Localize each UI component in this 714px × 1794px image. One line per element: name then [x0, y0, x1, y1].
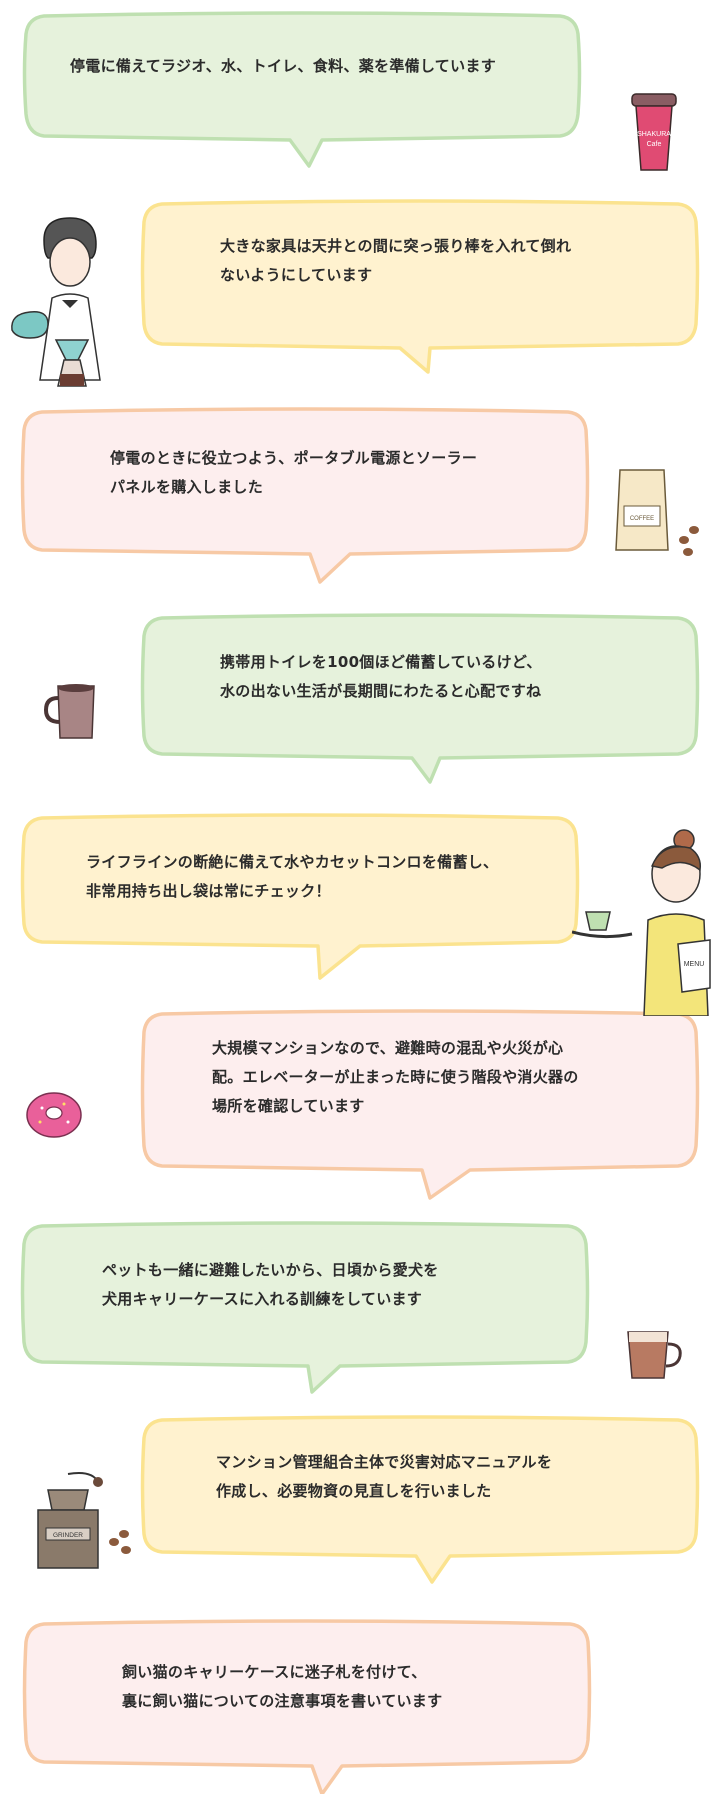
mug-illustration [44, 684, 95, 739]
message-bubble-7: ペットも一緒に避難したいから、日頃から愛犬を 犬用キャリーケースに入れる訓練をし… [20, 1220, 590, 1394]
message-text: 停電に備えてラジオ、水、トイレ、食料、薬を準備しています [70, 57, 497, 75]
message-bubble-2: 大きな家具は天井との間に突っ張り棒を入れて倒れ ないようにしています [140, 198, 700, 374]
coffee-bag-illustration: COFFEE [615, 469, 699, 556]
message-text: ペットも一緒に避難したいから、日頃から愛犬を 犬用キャリーケースに入れる訓練をし… [102, 1261, 439, 1308]
cup-label-1: SHAKURA [637, 131, 671, 138]
message-bubble-1: 停電に備えてラジオ、水、トイレ、食料、薬を準備しています [22, 10, 582, 168]
menu-label: MENU [684, 961, 705, 968]
message-text: 大規模マンションなので、避難時の混乱や火災が心 配。エレベーターが止まった時に使… [212, 1039, 579, 1115]
message-text: 飼い猫のキャリーケースに迷子札を付けて、 裏に飼い猫についての注意事項を書いてい… [122, 1663, 443, 1710]
message-bubble-3: 停電のときに役立つよう、ポータブル電源とソーラー パネルを購入しました [20, 406, 590, 584]
message-bubble-5: ライフラインの断絶に備えて水やカセットコンロを備蓄し、 非常用持ち出し袋は常にチ… [20, 812, 580, 982]
coffee-cup-illustration: SHAKURA Cafe [631, 93, 677, 171]
message-text: マンション管理組合主体で災害対応マニュアルを 作成し、必要物資の見直しを行いまし… [216, 1453, 553, 1500]
barista-man-illustration [11, 217, 101, 387]
donut-illustration [26, 1092, 82, 1138]
coffee-grinder-illustration: GRINDER [37, 1472, 131, 1569]
message-bubble-6: 大規模マンションなので、避難時の混乱や火災が心 配。エレベーターが止まった時に使… [140, 1008, 700, 1200]
coffee-bag-label: COFFEE [630, 516, 654, 522]
latte-illustration [627, 1331, 682, 1379]
message-bubble-9: 飼い猫のキャリーケースに迷子札を付けて、 裏に飼い猫についての注意事項を書いてい… [22, 1618, 592, 1794]
waitress-illustration: MENU [572, 829, 711, 1016]
speech-bubble-shape [22, 11, 582, 168]
message-bubble-8: マンション管理組合主体で災害対応マニュアルを 作成し、必要物資の見直しを行いまし… [140, 1414, 700, 1584]
message-text: 停電のときに役立つよう、ポータブル電源とソーラー パネルを購入しました [110, 449, 478, 496]
message-bubble-4: 携帯用トイレを100個ほど備蓄しているけど、 水の出ない生活が長期間にわたると心… [140, 612, 700, 784]
cup-label-2: Cafe [647, 141, 662, 148]
message-text: ライフラインの断絶に備えて水やカセットコンロを備蓄し、 非常用持ち出し袋は常にチ… [86, 853, 499, 900]
message-text: 大きな家具は天井との間に突っ張り棒を入れて倒れ ないようにしています [220, 237, 572, 284]
message-text: 携帯用トイレを100個ほど備蓄しているけど、 水の出ない生活が長期間にわたると心… [220, 653, 542, 700]
grinder-label: GRINDER [53, 1532, 83, 1539]
